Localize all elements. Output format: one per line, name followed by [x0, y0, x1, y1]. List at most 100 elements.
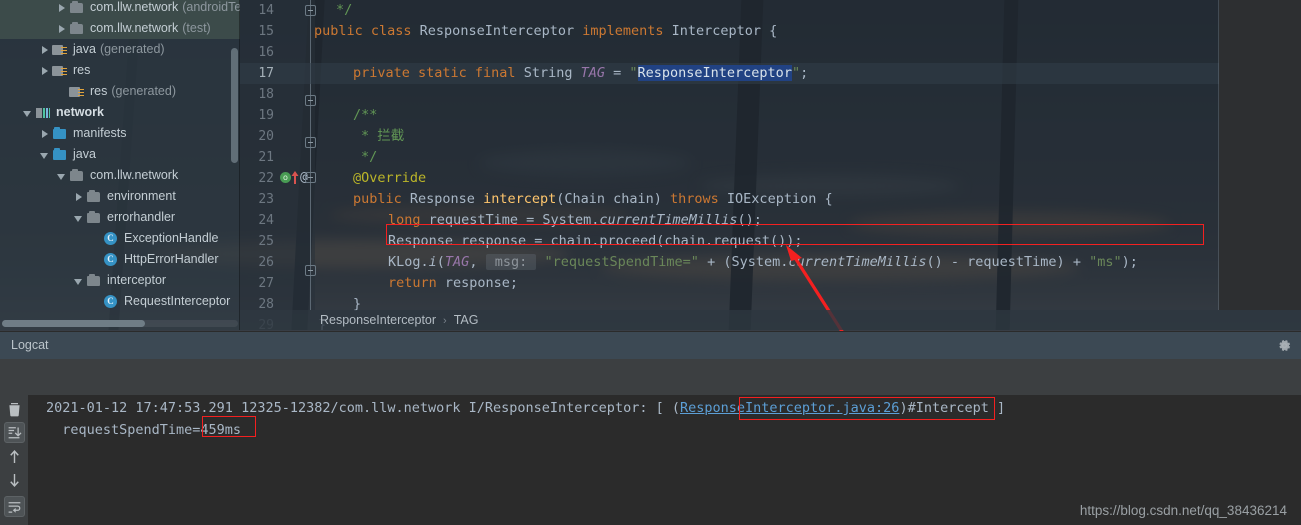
tree-item-label: java — [73, 42, 96, 56]
tree-item-res[interactable]: res (generated) — [0, 81, 240, 102]
tree-item-label: RequestInterceptor — [124, 294, 231, 308]
code-line-20[interactable]: 20 * 拦截 — [240, 126, 1301, 147]
tree-item-network[interactable]: network — [0, 102, 240, 123]
tree-item-requestinterceptor[interactable]: RequestInterceptor — [0, 291, 240, 312]
class-icon — [103, 252, 119, 268]
tree-item-environment[interactable]: environment — [0, 186, 240, 207]
line-number: 15 — [258, 24, 274, 39]
tree-item-label: com.llw.network — [90, 0, 179, 14]
module-icon — [35, 105, 51, 121]
class-icon — [103, 294, 119, 310]
code-line-24[interactable]: 24 long requestTime = System.currentTimeM… — [240, 210, 1301, 231]
tree-item-java[interactable]: java (generated) — [0, 39, 240, 60]
tree-item-res[interactable]: res — [0, 60, 240, 81]
code-line-27[interactable]: 27 return response; — [240, 273, 1301, 294]
tree-item-com-llw-network[interactable]: com.llw.network (test) — [0, 18, 240, 39]
up-arrow-icon[interactable] — [4, 446, 25, 467]
code-line-17[interactable]: 17 private static final String TAG = "Res… — [240, 63, 1301, 84]
code-text: Response response = chain.proceed(chain.… — [388, 233, 803, 249]
tree-item-exceptionhandle[interactable]: ExceptionHandle — [0, 228, 240, 249]
breadcrumb[interactable]: ResponseInterceptor › TAG — [240, 310, 1301, 330]
code-line-26[interactable]: 26 KLog.i(TAG, msg: "requestSpendTime=" +… — [240, 252, 1301, 273]
editor-code-area[interactable]: 14 */ 15 public class ResponseInterceptor i… — [240, 0, 1301, 330]
tree-item-com-llw-network[interactable]: com.llw.network — [0, 165, 240, 186]
chevron-down-icon[interactable] — [55, 169, 68, 182]
code-line-22[interactable]: 22 @Override — [240, 168, 1301, 189]
logcat-toolbar — [0, 359, 1301, 395]
code-line-23[interactable]: 23 public Response intercept(Chain chain)… — [240, 189, 1301, 210]
code-line-15[interactable]: 15 public class ResponseInterceptor imple… — [240, 21, 1301, 42]
code-text: */ — [361, 149, 378, 165]
breadcrumb-member[interactable]: TAG — [454, 313, 479, 327]
code-line-19[interactable]: 19 /** — [240, 105, 1301, 126]
tree-item-errorhandler[interactable]: errorhandler — [0, 207, 240, 228]
tree-item-interceptor[interactable]: interceptor — [0, 270, 240, 291]
clear-logcat-icon[interactable] — [4, 398, 25, 419]
project-tool-window[interactable]: MainActivitycom.llw.network(androidTecom… — [0, 0, 240, 330]
override-method-icon[interactable]: o — [280, 172, 291, 183]
code-line-25[interactable]: 25 Response response = chain.proceed(chai… — [240, 231, 1301, 252]
fold-marker-line-21[interactable] — [305, 137, 316, 148]
tree-item-label: network — [56, 105, 104, 119]
chevron-right-icon[interactable] — [38, 127, 51, 140]
chevron-down-icon[interactable] — [21, 106, 34, 119]
line-number: 16 — [258, 45, 274, 60]
watermark-url: https://blog.csdn.net/qq_38436214 — [1079, 503, 1287, 518]
fold-marker-line-23[interactable] — [305, 172, 316, 183]
tree-item-qualifier: (test) — [182, 21, 211, 35]
chevron-right-icon[interactable] — [55, 22, 68, 35]
logcat-tab-title[interactable]: Logcat — [0, 332, 1301, 359]
package-icon — [86, 210, 102, 226]
code-editor[interactable]: 14 */ 15 public class ResponseInterceptor i… — [240, 0, 1301, 330]
tree-item-manifests[interactable]: manifests — [0, 123, 240, 144]
soft-wrap-icon[interactable] — [4, 496, 25, 517]
line-number: 14 — [258, 3, 274, 18]
chevron-right-icon[interactable] — [38, 43, 51, 56]
chevron-down-icon[interactable] — [72, 274, 85, 287]
scroll-to-end-icon[interactable] — [4, 422, 25, 443]
tree-item-label: ExceptionHandle — [124, 231, 219, 245]
tree-item-httperrorhandler[interactable]: HttpErrorHandler — [0, 249, 240, 270]
chevron-down-icon[interactable] — [72, 211, 85, 224]
implements-arrow-icon[interactable] — [291, 171, 299, 184]
fold-marker-line-14[interactable] — [305, 5, 316, 16]
line-number: 21 — [258, 150, 274, 165]
log-line-1: 2021-01-12 17:47:53.291 12325-12382/com.… — [46, 400, 1006, 416]
class-icon — [103, 231, 119, 247]
code-line-21[interactable]: 21 */ — [240, 147, 1301, 168]
code-text: public Response intercept(Chain chain) t… — [353, 191, 833, 207]
chevron-right-icon[interactable] — [72, 190, 85, 203]
tree-item-com-llw-network[interactable]: com.llw.network (androidTe — [0, 0, 240, 18]
code-text: * 拦截 — [361, 128, 405, 144]
editor-scroll-track[interactable] — [1219, 0, 1301, 310]
project-tree-horizontal-scrollbar[interactable] — [2, 320, 238, 327]
breadcrumb-class[interactable]: ResponseInterceptor — [320, 313, 436, 327]
gear-icon[interactable] — [1277, 338, 1292, 353]
tree-item-label: java — [73, 147, 96, 161]
line-number: 27 — [258, 276, 274, 291]
fold-marker-line-19[interactable] — [305, 95, 316, 106]
code-text: return response; — [388, 275, 519, 291]
fold-marker-line-28[interactable] — [305, 265, 316, 276]
code-line-14[interactable]: 14 */ — [240, 0, 1301, 21]
down-arrow-icon[interactable] — [4, 470, 25, 491]
line-number: 24 — [258, 213, 274, 228]
log-line-1-suffix: #Intercept ] — [907, 400, 1006, 416]
log-source-link[interactable]: ResponseInterceptor.java:26 — [680, 400, 899, 416]
project-tree-vertical-scrollbar[interactable] — [231, 48, 238, 163]
tree-item-label: manifests — [73, 126, 127, 140]
code-line-16[interactable]: 16 — [240, 42, 1301, 63]
code-text: long requestTime = System.currentTimeMil… — [388, 212, 762, 228]
tree-item-java[interactable]: java — [0, 144, 240, 165]
code-line-18[interactable]: 18 — [240, 84, 1301, 105]
code-text: KLog.i(TAG, msg: "requestSpendTime=" + (… — [388, 254, 1138, 270]
line-number: 20 — [258, 129, 274, 144]
folder-icon — [52, 126, 68, 142]
chevron-right-icon[interactable] — [38, 64, 51, 77]
chevron-right-icon[interactable] — [55, 1, 68, 14]
tree-item-label: errorhandler — [107, 210, 176, 224]
chevron-down-icon[interactable] — [38, 148, 51, 161]
line-number: 22 — [258, 171, 274, 186]
